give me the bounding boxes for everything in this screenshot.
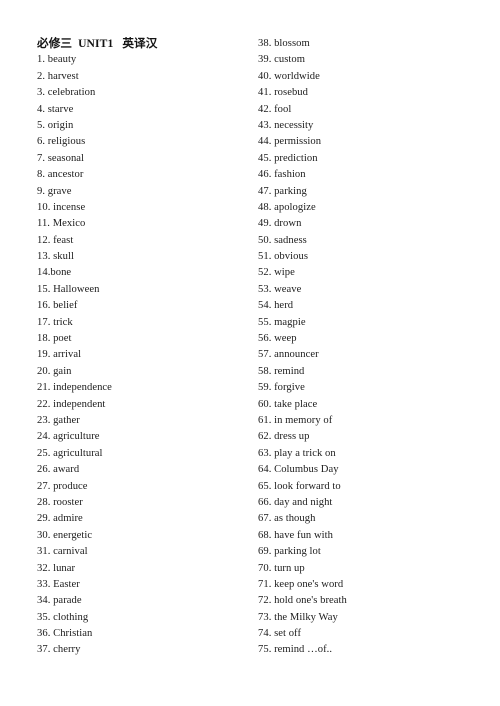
vocabulary-item: 34. parade bbox=[37, 595, 82, 607]
vocabulary-item: 45. prediction bbox=[258, 152, 318, 164]
vocabulary-item: 27. produce bbox=[37, 480, 88, 492]
right-column: 38. blossom 39. custom 40. worldwide 41. ro… bbox=[258, 36, 478, 659]
vocabulary-item: 74. set off bbox=[258, 628, 302, 640]
vocabulary-item: 68. have fun with bbox=[258, 529, 333, 541]
vocabulary-item: 50. sadness bbox=[258, 234, 307, 246]
vocabulary-item: 32. lunar bbox=[37, 562, 76, 574]
vocabulary-item: 35. clothing bbox=[37, 611, 89, 623]
vocabulary-item: 41. rosebud bbox=[258, 87, 308, 99]
vocabulary-item: 19. arrival bbox=[37, 349, 82, 361]
vocabulary-item: 48. apologize bbox=[258, 201, 316, 213]
vocabulary-item: 23. gather bbox=[37, 414, 80, 426]
vocabulary-item: 17. trick bbox=[37, 316, 73, 328]
vocabulary-item: 51. obvious bbox=[258, 251, 308, 263]
vocabulary-item: 6. religious bbox=[37, 136, 86, 148]
vocabulary-item: 22. independent bbox=[37, 398, 106, 410]
left-vocabulary-list: 1. beauty 2. harvest 3. celebration 4. star… bbox=[37, 52, 247, 658]
vocabulary-item: 26. award bbox=[37, 464, 80, 476]
vocabulary-item: 46. fashion bbox=[258, 169, 306, 181]
vocabulary-item: 54. herd bbox=[258, 300, 294, 312]
vocabulary-item: 52. wipe bbox=[258, 267, 295, 279]
vocabulary-item: 5. origin bbox=[37, 119, 74, 131]
vocabulary-item: 73. the Milky Way bbox=[258, 611, 338, 623]
vocabulary-item: 71. keep one's word bbox=[258, 578, 344, 590]
vocabulary-item: 29. admire bbox=[37, 513, 83, 525]
vocabulary-item: 33. Easter bbox=[37, 578, 80, 590]
vocabulary-item: 63. play a trick on bbox=[258, 447, 336, 459]
vocabulary-item: 16. belief bbox=[37, 300, 78, 312]
vocabulary-item: 64. Columbus Day bbox=[258, 464, 339, 476]
vocabulary-item: 47. parking bbox=[258, 185, 307, 197]
vocabulary-item: 9. grave bbox=[37, 185, 72, 197]
vocabulary-item: 4. starve bbox=[37, 103, 74, 115]
vocabulary-item: 57. announcer bbox=[258, 349, 319, 361]
vocabulary-item: 62. dress up bbox=[258, 431, 310, 443]
vocabulary-item: 42. fool bbox=[258, 103, 292, 115]
vocabulary-item: 60. take place bbox=[258, 398, 318, 410]
vocabulary-item: 1. beauty bbox=[37, 54, 77, 66]
vocabulary-item: 65. look forward to bbox=[258, 480, 341, 492]
vocabulary-item: 61. in memory of bbox=[258, 414, 333, 426]
vocabulary-item: 3. celebration bbox=[37, 87, 96, 99]
vocabulary-item: 30. energetic bbox=[37, 529, 93, 541]
vocabulary-item: 58. remind bbox=[258, 365, 305, 377]
vocabulary-item: 44. permission bbox=[258, 136, 322, 148]
vocabulary-item: 69. parking lot bbox=[258, 546, 321, 558]
vocabulary-item: 36. Christian bbox=[37, 628, 93, 640]
vocabulary-item: 28. rooster bbox=[37, 496, 83, 508]
vocabulary-item: 13. skull bbox=[37, 251, 74, 263]
vocabulary-item: 55. magpie bbox=[258, 316, 306, 328]
vocabulary-item: 59. forgive bbox=[258, 382, 305, 394]
page-title: 必修三 UNIT1 英译汉 bbox=[37, 37, 158, 50]
vocabulary-item: 39. custom bbox=[258, 54, 305, 66]
vocabulary-item: 75. remind …of.. bbox=[258, 644, 333, 656]
vocabulary-item: 72. hold one's breath bbox=[258, 595, 347, 607]
vocabulary-item: 31. carnival bbox=[37, 546, 88, 558]
document-page: 必修三 UNIT1 英译汉 1. beauty 2. harvest 3. cele… bbox=[0, 0, 500, 706]
vocabulary-item: 43. necessity bbox=[258, 119, 314, 131]
vocabulary-item: 12. feast bbox=[37, 234, 74, 246]
vocabulary-item: 14.bone bbox=[37, 267, 72, 279]
left-column: 必修三 UNIT1 英译汉 1. beauty 2. harvest 3. cele… bbox=[37, 36, 247, 659]
right-vocabulary-list: 38. blossom 39. custom 40. worldwide 41. ro… bbox=[258, 36, 478, 659]
vocabulary-item: 66. day and night bbox=[258, 496, 333, 508]
vocabulary-item: 7. seasonal bbox=[37, 152, 85, 164]
vocabulary-worksheet: 必修三 UNIT1 英译汉 1. beauty 2. harvest 3. cele… bbox=[0, 0, 500, 706]
vocabulary-item: 49. drown bbox=[258, 218, 302, 230]
vocabulary-item: 56. weep bbox=[258, 333, 297, 345]
vocabulary-item: 24. agriculture bbox=[37, 431, 100, 443]
vocabulary-item: 53. weave bbox=[258, 283, 302, 295]
vocabulary-item: 2. harvest bbox=[37, 70, 79, 82]
vocabulary-item: 11. Mexico bbox=[37, 218, 86, 230]
vocabulary-item: 20. gain bbox=[37, 365, 72, 377]
vocabulary-item: 18. poet bbox=[37, 333, 72, 345]
vocabulary-item: 10. incense bbox=[37, 201, 86, 213]
vocabulary-item: 38. blossom bbox=[258, 38, 310, 49]
vocabulary-item: 37. cherry bbox=[37, 644, 81, 656]
vocabulary-item: 70. turn up bbox=[258, 562, 305, 574]
vocabulary-item: 21. independence bbox=[37, 382, 112, 394]
vocabulary-item: 67. as though bbox=[258, 513, 316, 525]
vocabulary-item: 8. ancestor bbox=[37, 169, 84, 181]
vocabulary-item: 40. worldwide bbox=[258, 70, 320, 82]
vocabulary-item: 25. agricultural bbox=[37, 447, 103, 459]
vocabulary-item: 15. Halloween bbox=[37, 283, 100, 295]
